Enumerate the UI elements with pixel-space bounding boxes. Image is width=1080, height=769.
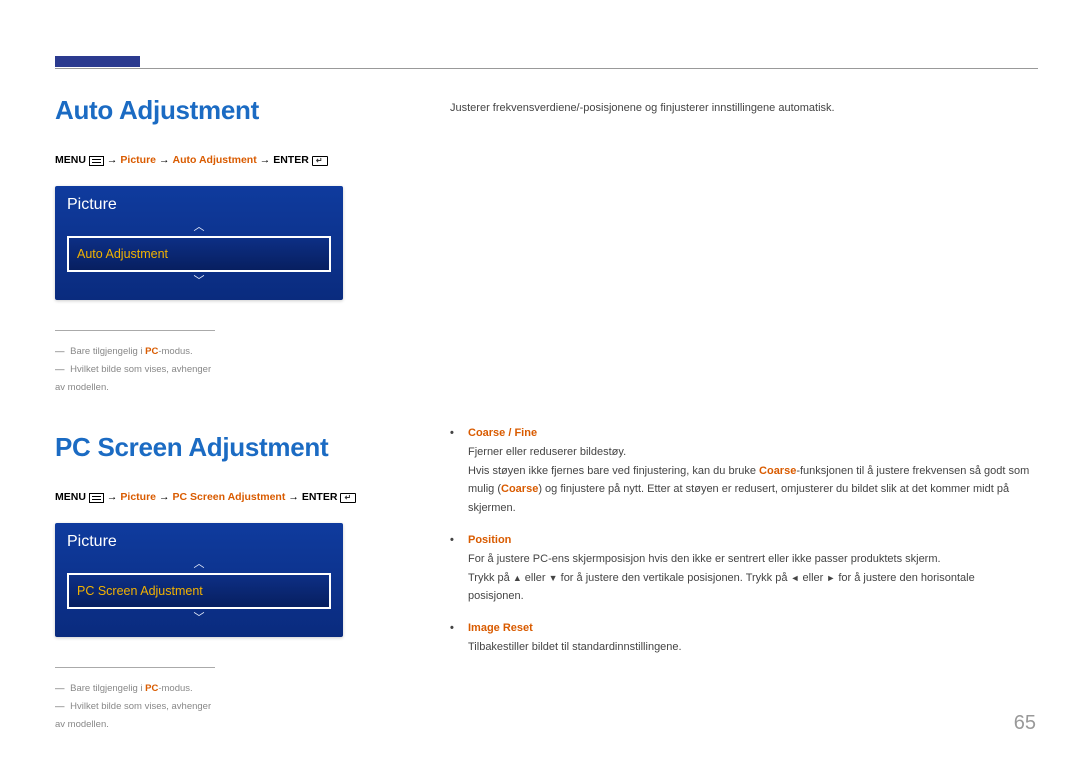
osd-selected-label: PC Screen Adjustment xyxy=(77,584,203,598)
osd-selected-label: Auto Adjustment xyxy=(77,247,168,261)
auto-adjustment-heading: Auto Adjustment xyxy=(55,95,410,126)
nav-picture: Picture xyxy=(120,154,156,166)
right-column: Justerer frekvensverdiene/-posisjonene o… xyxy=(450,60,1030,657)
dash-icon: ― xyxy=(55,364,65,375)
enter-label: ENTER xyxy=(302,491,338,503)
footnote-line: ― Bare tilgjengelig i PC-modus. xyxy=(55,343,215,361)
dash-icon: ― xyxy=(55,683,65,694)
bullet-list: • Coarse / Fine Fjerner eller reduserer … xyxy=(450,424,1030,657)
arrow-sep: → xyxy=(288,491,299,503)
nav-path-auto-adjustment: MENU → Picture → Auto Adjustment → ENTER xyxy=(55,154,410,166)
dash-icon: ― xyxy=(55,346,65,357)
bullet-content: Image Reset Tilbakestiller bildet til st… xyxy=(468,619,1030,656)
arrow-sep: → xyxy=(159,154,170,166)
nav-auto-adjustment: Auto Adjustment xyxy=(173,154,257,166)
osd-box-auto-adjustment: Picture ︿ Auto Adjustment ﹀ xyxy=(55,186,343,300)
bullet-label: Image Reset xyxy=(468,622,533,634)
nav-picture: Picture xyxy=(120,491,156,503)
bullet-dot-icon: • xyxy=(450,619,468,656)
bullet-item-position: • Position For å justere PC-ens skjermpo… xyxy=(450,531,1030,606)
bullet-label: Position xyxy=(468,534,511,546)
spacer xyxy=(450,154,1030,424)
chevron-down-icon: ﹀ xyxy=(67,274,331,288)
bullet-item-coarse-fine: • Coarse / Fine Fjerner eller reduserer … xyxy=(450,424,1030,517)
arrow-sep: → xyxy=(159,491,170,503)
footnote-text: Hvilket bilde som vises, avhenger av mod… xyxy=(55,701,211,730)
bullet-desc: Hvis støyen ikke fjernes bare ved finjus… xyxy=(468,462,1030,516)
pc-highlight: PC xyxy=(145,683,158,694)
bullet-label: Coarse / Fine xyxy=(468,427,537,439)
page-container: Auto Adjustment MENU → Picture → Auto Ad… xyxy=(0,0,1080,763)
footnotes-auto-adjustment: ― Bare tilgjengelig i PC-modus. ― Hvilke… xyxy=(55,330,215,397)
arrow-sep: → xyxy=(260,154,271,166)
menu-icon xyxy=(89,493,104,503)
footnote-line: ― Bare tilgjengelig i PC-modus. xyxy=(55,680,215,698)
left-column: Auto Adjustment MENU → Picture → Auto Ad… xyxy=(55,60,410,769)
arrow-sep: → xyxy=(107,154,118,166)
top-horizontal-rule xyxy=(55,68,1038,69)
bullet-content: Coarse / Fine Fjerner eller reduserer bi… xyxy=(468,424,1030,517)
pc-highlight: PC xyxy=(145,346,158,357)
chevron-up-icon: ︿ xyxy=(67,557,331,571)
osd-box-pc-screen: Picture ︿ PC Screen Adjustment ﹀ xyxy=(55,523,343,637)
bullet-desc: For å justere PC-ens skjermposisjon hvis… xyxy=(468,550,1030,568)
nav-path-pc-screen: MENU → Picture → PC Screen Adjustment → … xyxy=(55,491,410,503)
footnote-text: Bare tilgjengelig i xyxy=(70,683,145,694)
triangle-up-icon: ▲ xyxy=(513,571,522,586)
footnote-line: ― Hvilket bilde som vises, avhenger av m… xyxy=(55,361,215,397)
bullet-dot-icon: • xyxy=(450,531,468,606)
footnote-text: -modus. xyxy=(158,346,192,357)
chevron-up-icon: ︿ xyxy=(67,220,331,234)
bullet-content: Position For å justere PC-ens skjermposi… xyxy=(468,531,1030,606)
dash-icon: ― xyxy=(55,701,65,712)
footnotes-pc-screen: ― Bare tilgjengelig i PC-modus. ― Hvilke… xyxy=(55,667,215,734)
osd-selected-item: Auto Adjustment xyxy=(67,236,331,272)
osd-title: Picture xyxy=(67,533,331,551)
triangle-down-icon: ▼ xyxy=(549,571,558,586)
menu-label: MENU xyxy=(55,491,86,503)
pc-screen-adjustment-heading: PC Screen Adjustment xyxy=(55,432,410,463)
osd-selected-item: PC Screen Adjustment xyxy=(67,573,331,609)
arrow-sep: → xyxy=(107,491,118,503)
enter-icon xyxy=(340,493,356,503)
bullet-desc: Trykk på ▲ eller ▼ for å justere den ver… xyxy=(468,569,1030,605)
osd-title: Picture xyxy=(67,196,331,214)
menu-label: MENU xyxy=(55,154,86,166)
nav-pc-screen: PC Screen Adjustment xyxy=(173,491,286,503)
triangle-right-icon: ► xyxy=(826,571,835,586)
footnote-text: Hvilket bilde som vises, avhenger av mod… xyxy=(55,364,211,393)
enter-label: ENTER xyxy=(273,154,309,166)
bullet-desc: Fjerner eller reduserer bildestøy. xyxy=(468,443,1030,461)
enter-icon xyxy=(312,156,328,166)
top-accent-bar xyxy=(55,56,140,67)
chevron-down-icon: ﹀ xyxy=(67,611,331,625)
bullet-dot-icon: • xyxy=(450,424,468,517)
page-number: 65 xyxy=(1014,712,1036,735)
bullet-desc: Tilbakestiller bildet til standardinnsti… xyxy=(468,638,1030,656)
bullet-item-image-reset: • Image Reset Tilbakestiller bildet til … xyxy=(450,619,1030,656)
footnote-line: ― Hvilket bilde som vises, avhenger av m… xyxy=(55,698,215,734)
intro-paragraph: Justerer frekvensverdiene/-posisjonene o… xyxy=(450,102,1030,114)
footnote-text: Bare tilgjengelig i xyxy=(70,346,145,357)
footnote-text: -modus. xyxy=(158,683,192,694)
menu-icon xyxy=(89,156,104,166)
